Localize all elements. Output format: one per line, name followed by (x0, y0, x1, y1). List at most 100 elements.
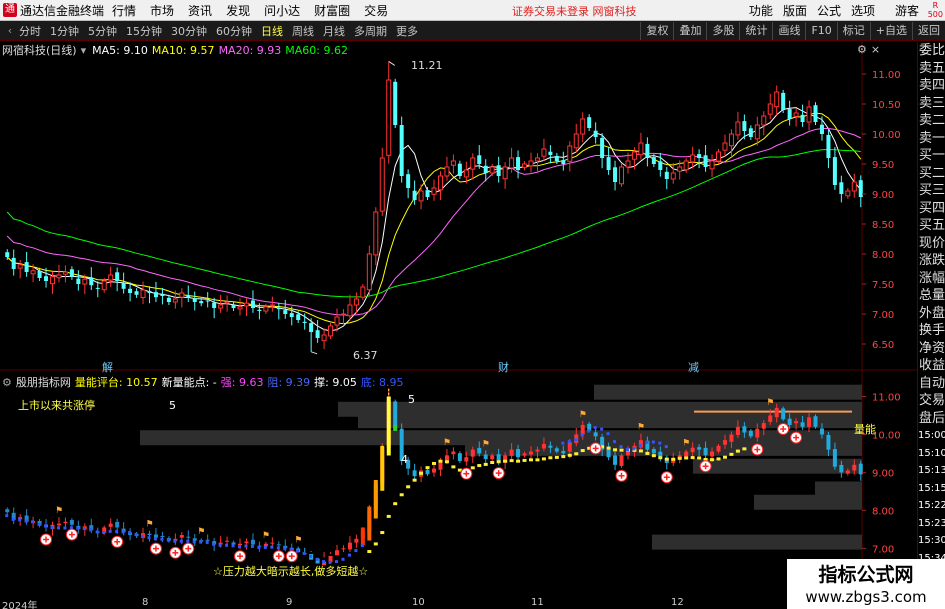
marker-jie[interactable]: 解 (102, 359, 117, 375)
side-panel-item[interactable]: 15:22 (918, 497, 945, 515)
period-tab[interactable]: 周线 (292, 23, 314, 39)
menu-trade[interactable]: 交易 (364, 2, 388, 19)
guest-user[interactable]: 游客 (895, 2, 919, 19)
limit-up-label: 上市以来共涨停 (18, 399, 95, 412)
side-panel-item[interactable]: 涨跌 (918, 252, 945, 270)
menu-wealth[interactable]: 财富圈 (314, 2, 350, 19)
toolbar-button[interactable]: 统计 (739, 22, 772, 40)
marker-cai[interactable]: 财 (498, 359, 513, 375)
candle-body (496, 165, 501, 176)
sub-candle-body (393, 401, 398, 429)
period-tab[interactable]: 日线 (261, 23, 283, 39)
menu-discover[interactable]: 发现 (226, 2, 250, 19)
side-panel-item[interactable]: 15:13 (918, 462, 945, 480)
toolbar-button[interactable]: 多股 (706, 22, 739, 40)
side-panel-item[interactable]: 收益 (918, 357, 945, 375)
side-panel-item[interactable]: 总量 (918, 287, 945, 305)
side-panel-item[interactable]: 15:10 (918, 445, 945, 463)
side-panel-item[interactable]: 换手 (918, 322, 945, 340)
dropdown-icon[interactable]: ▾ (81, 44, 87, 57)
side-panel-item[interactable]: 15:15 (918, 480, 945, 498)
toolbar-button[interactable]: 复权 (640, 22, 673, 40)
side-panel-item[interactable]: 15:00 (918, 427, 945, 445)
side-panel-item[interactable]: 交易 (918, 392, 945, 410)
support-dot (677, 456, 682, 460)
side-panel-item[interactable]: 卖四 (918, 77, 945, 95)
person-icon: ⚑ (55, 506, 63, 516)
side-panel-item[interactable]: 现价 (918, 235, 945, 253)
trend-dot (153, 537, 157, 541)
menu-quotes[interactable]: 行情 (112, 2, 136, 19)
candle-body (309, 323, 314, 332)
close-icon[interactable]: × (871, 43, 880, 56)
side-panel-item[interactable]: 盘后 (918, 410, 945, 428)
menu-options[interactable]: 选项 (851, 2, 875, 19)
sub-candle-body (412, 470, 417, 477)
side-panel-item[interactable]: 买四 (918, 200, 945, 218)
period-tab[interactable]: 1分钟 (50, 23, 79, 39)
side-panel-item[interactable]: 涨幅 (918, 270, 945, 288)
period-tab[interactable]: 5分钟 (88, 23, 117, 39)
period-tab[interactable]: 更多 (396, 23, 418, 39)
candle-body (658, 161, 663, 170)
period-tab[interactable]: 60分钟 (216, 23, 252, 39)
side-panel-item[interactable]: 卖三 (918, 95, 945, 113)
candle-body (600, 137, 605, 158)
energy-tag-label: 量能 (854, 423, 876, 436)
menu-ask[interactable]: 问小达 (264, 2, 300, 19)
kline-chart[interactable]: ⚑ ⚑ ⚑ ⚑ ⚑ ⚑ ⚑ ⚑ ⚑ ⚑ ⚑ 11.00 10.50 10.00 9.50 9.00 8.50 8… (0, 42, 917, 602)
trend-dot (270, 545, 274, 549)
toolbar-button[interactable]: 标记 (836, 22, 870, 40)
trend-dot (613, 440, 617, 444)
toolbar-button[interactable]: 返回 (912, 22, 945, 40)
candle-body (115, 272, 120, 281)
marker-jian[interactable]: 减 (688, 359, 703, 375)
menu-formula[interactable]: 公式 (817, 2, 841, 19)
side-panel-item[interactable]: 15:30 (918, 532, 945, 550)
candle-body (321, 334, 327, 342)
period-tab[interactable]: 多周期 (354, 23, 387, 39)
side-panel-item[interactable]: 自动 (918, 375, 945, 393)
back-arrow-icon[interactable]: ‹ (3, 24, 17, 38)
trend-dot (128, 531, 132, 535)
period-tab[interactable]: 15分钟 (126, 23, 162, 39)
period-tab[interactable]: 30分钟 (171, 23, 207, 39)
side-panel-item[interactable]: 15:23 (918, 515, 945, 533)
side-panel-item[interactable]: 外盘 (918, 305, 945, 323)
candle-body (683, 160, 689, 171)
candle-body (677, 166, 683, 172)
candle-body (17, 264, 23, 269)
period-tab[interactable]: 月线 (323, 23, 345, 39)
low-price-label: 6.37 (353, 349, 382, 362)
side-panel-item[interactable]: 委比 (918, 42, 945, 60)
side-panel-item[interactable]: 买一 (918, 147, 945, 165)
side-panel-item[interactable]: 卖二 (918, 112, 945, 130)
candle-body (276, 307, 281, 310)
toolbar-button[interactable]: F10 (805, 22, 836, 40)
menu-market[interactable]: 市场 (150, 2, 174, 19)
settings-icon[interactable]: ⚙ (857, 43, 867, 56)
side-panel-item[interactable]: 买三 (918, 182, 945, 200)
toolbar-button[interactable]: +自选 (869, 22, 912, 40)
menu-function[interactable]: 功能 (749, 2, 773, 19)
chart-area[interactable]: ⚑ ⚑ ⚑ ⚑ ⚑ ⚑ ⚑ ⚑ ⚑ ⚑ ⚑ 11.00 10.50 10.00 9.50 9.00 8.50 8… (0, 42, 917, 602)
side-panel-item[interactable]: 净资 (918, 340, 945, 358)
sub-candle-body (335, 550, 340, 556)
watermark-title: 指标公式网 (818, 564, 914, 586)
menu-layout[interactable]: 版面 (783, 2, 807, 19)
toolbar-button[interactable]: 画线 (772, 22, 805, 40)
side-panel-item[interactable]: 卖一 (918, 130, 945, 148)
price-axis-label: 10.50 (872, 100, 901, 111)
person-icon: ⚑ (145, 520, 153, 530)
side-panel-item[interactable]: 买二 (918, 165, 945, 183)
support-dot (722, 455, 727, 459)
side-panel-item[interactable]: 买五 (918, 217, 945, 235)
menu-news[interactable]: 资讯 (188, 2, 212, 19)
indicator-settings-icon[interactable]: ⚙ (2, 376, 12, 389)
side-panel-item[interactable]: 卖五 (918, 60, 945, 78)
toolbar-button[interactable]: 叠加 (673, 22, 706, 40)
period-tab[interactable]: 分时 (19, 23, 41, 39)
sub-candle-body (819, 428, 824, 435)
trade-login-notice[interactable]: 证券交易未登录 网窗科技 (512, 3, 637, 19)
candle-body (353, 298, 359, 306)
